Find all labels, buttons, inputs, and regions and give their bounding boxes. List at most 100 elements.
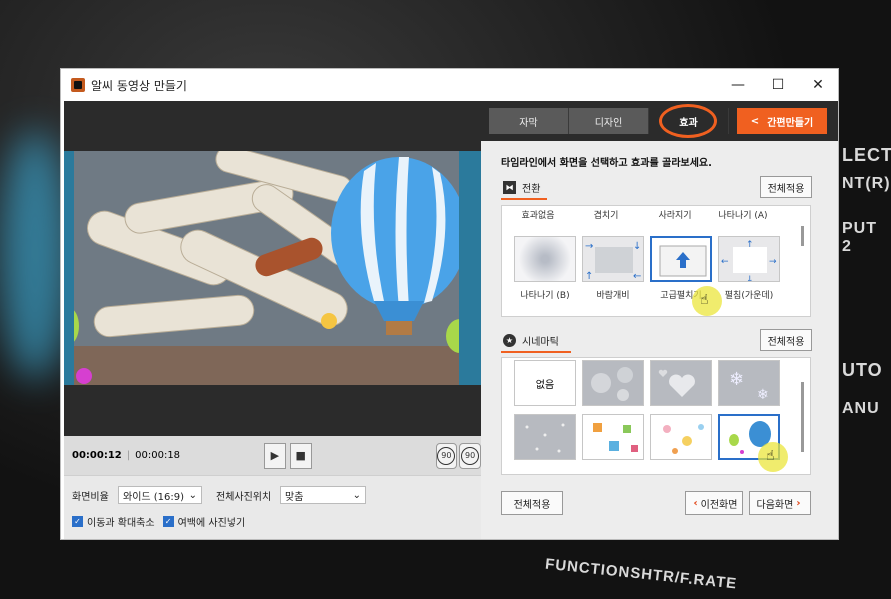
- stop-button[interactable]: ■: [289, 442, 312, 469]
- cinematic-flowers[interactable]: [650, 414, 712, 460]
- transition-top-label: 사라지기: [658, 211, 692, 221]
- rotate-left-button[interactable]: 90: [435, 442, 458, 469]
- cinematic-scrollbar[interactable]: [801, 382, 804, 452]
- transition-title: 전환: [522, 184, 541, 195]
- svg-text:→: →: [585, 241, 593, 252]
- aspect-select[interactable]: 와이드 (16:9) ⌄: [118, 486, 202, 504]
- cinematic-hearts[interactable]: [650, 360, 712, 406]
- rotate-right-icon: 90: [461, 446, 480, 465]
- transition-label: 나타나기 (B): [520, 291, 570, 301]
- title-bar: 알씨 동영상 만들기 — ☐ ✕: [61, 69, 838, 101]
- stop-icon: ■: [295, 449, 306, 462]
- hand-cursor-icon: ☝: [700, 292, 709, 308]
- svg-text:❄: ❄: [757, 387, 769, 403]
- transition-underline: [501, 198, 547, 200]
- play-button[interactable]: ▶: [264, 442, 286, 469]
- transition-apply-all-button[interactable]: 전체적용: [760, 176, 812, 198]
- app-window: 알씨 동영상 만들기 — ☐ ✕ 00:00:12 | 00:00:18 ▶ ■…: [60, 68, 839, 540]
- tab-subtitle[interactable]: 자막: [489, 108, 569, 134]
- quick-make-label: 간편만들기: [767, 117, 814, 129]
- hand-cursor-icon: ☝: [766, 448, 775, 464]
- current-time: 00:00:12: [72, 450, 122, 461]
- bg-sign-shtr: SHTR/F.RATE: [629, 564, 738, 593]
- tab-design[interactable]: 디자인: [569, 108, 649, 134]
- svg-text:←: ←: [633, 271, 641, 282]
- total-time: 00:00:18: [135, 450, 181, 461]
- bg-sign-function: FUNCTION: [544, 555, 632, 582]
- position-select[interactable]: 맞춤 ⌄: [280, 486, 366, 504]
- cinematic-dots[interactable]: [514, 414, 576, 460]
- bg-sign-nt: NT(R): [842, 175, 891, 192]
- instruction-text: 타임라인에서 화면을 선택하고 효과를 골라보세요.: [501, 158, 712, 169]
- svg-text:←: ←: [721, 257, 729, 267]
- cinematic-apply-all-button[interactable]: 전체적용: [760, 329, 812, 351]
- transition-header: ⧓ 전환: [503, 180, 540, 195]
- prev-screen-label: 이전화면: [700, 499, 738, 511]
- transition-label: 펼침(가운데): [724, 291, 774, 301]
- bg-sign-lect: LECT: [842, 145, 891, 165]
- quick-make-button[interactable]: < 간편만들기: [737, 108, 827, 134]
- transition-top-label: 효과없음: [521, 211, 555, 221]
- chevron-down-icon: ⌄: [188, 489, 197, 501]
- cinematic-title: 시네마틱: [522, 337, 559, 348]
- bg-sign-uto: UTO: [842, 360, 883, 380]
- chevron-down-icon: ⌄: [352, 489, 361, 501]
- tab-effect[interactable]: 효과: [649, 104, 729, 138]
- cinematic-bokeh[interactable]: [582, 360, 644, 406]
- prev-screen-button[interactable]: ‹ 이전화면: [685, 491, 743, 515]
- bg-sign-anu: ANU: [842, 400, 880, 417]
- svg-text:→: →: [769, 257, 777, 267]
- motion-zoom-label: 이동과 확대축소: [87, 517, 155, 529]
- transition-top-label: 겹치기: [593, 211, 619, 221]
- svg-text:↑: ↑: [585, 271, 593, 282]
- next-screen-button[interactable]: 다음화면 ›: [749, 491, 811, 515]
- close-button[interactable]: ✕: [798, 69, 838, 101]
- svg-text:↓: ↓: [746, 275, 754, 282]
- minimize-button[interactable]: —: [718, 69, 758, 101]
- app-logo-icon: [71, 78, 85, 92]
- chevron-right-icon: ›: [796, 497, 801, 509]
- footer-apply-all-button[interactable]: 전체적용: [501, 491, 563, 515]
- transition-unfold-center[interactable]: ↑ ↓ ← →: [718, 236, 780, 282]
- position-label: 전체사진위치: [216, 491, 272, 503]
- next-screen-label: 다음화면: [756, 499, 794, 511]
- effects-panel: 자막 디자인 효과 < 간편만들기 타임라인에서 화면을 선택하고 효과를 골라…: [481, 101, 838, 539]
- cinematic-none-label: 없음: [535, 379, 555, 391]
- cinematic-snow[interactable]: ❄ ❄: [718, 360, 780, 406]
- cinematic-gifts[interactable]: [582, 414, 644, 460]
- transition-scrollbar[interactable]: [801, 226, 804, 246]
- highlight-circle: [659, 104, 717, 138]
- play-icon: ▶: [270, 449, 280, 462]
- chevron-left-icon: ‹: [693, 497, 698, 509]
- transition-pinwheel[interactable]: → ↓ ↑ ←: [582, 236, 644, 282]
- rotate-left-icon: 90: [437, 446, 456, 465]
- cinematic-grid: 없음 ❄ ❄ ☝: [501, 357, 811, 475]
- fill-margin-checkbox[interactable]: ✓: [162, 515, 174, 527]
- cinematic-underline: [501, 351, 571, 353]
- svg-text:↑: ↑: [746, 240, 754, 250]
- rotate-right-button[interactable]: 90: [459, 442, 481, 469]
- aspect-value: 와이드 (16:9): [123, 491, 185, 503]
- tab-bar: 자막 디자인 효과 < 간편만들기: [481, 101, 838, 141]
- window-title: 알씨 동영상 만들기: [91, 78, 187, 93]
- transition-fade-b[interactable]: [514, 236, 576, 282]
- player-controls: 00:00:12 | 00:00:18 ▶ ■ 90 90 화면비율 와이드 (…: [64, 436, 481, 539]
- star-icon: ★: [503, 334, 516, 347]
- transition-icon: ⧓: [503, 181, 516, 194]
- transition-label: 바람개비: [596, 291, 630, 301]
- cinematic-header: ★ 시네마틱: [503, 333, 559, 348]
- aspect-label: 화면비율: [72, 491, 109, 503]
- cinematic-none[interactable]: 없음: [514, 360, 576, 406]
- svg-text:❄: ❄: [729, 369, 744, 390]
- motion-zoom-checkbox[interactable]: ✓: [72, 515, 83, 527]
- preview-image: [64, 151, 481, 385]
- preview-pane: 00:00:12 | 00:00:18 ▶ ■ 90 90 화면비율 와이드 (…: [64, 101, 481, 539]
- transition-advanced-unfold[interactable]: [650, 236, 712, 282]
- fill-margin-label: 여백에 사진넣기: [177, 517, 246, 529]
- svg-text:↓: ↓: [633, 241, 641, 252]
- position-value: 맞춤: [285, 491, 304, 503]
- maximize-button[interactable]: ☐: [758, 69, 798, 101]
- transition-grid: 효과없음 겹치기 사라지기 나타나기 (A) → ↓ ↑ ← ↑ ↓ ← → 나타나기 (B…: [501, 205, 811, 317]
- transition-top-label: 나타나기 (A): [718, 211, 768, 221]
- chevron-left-icon: <: [750, 115, 760, 127]
